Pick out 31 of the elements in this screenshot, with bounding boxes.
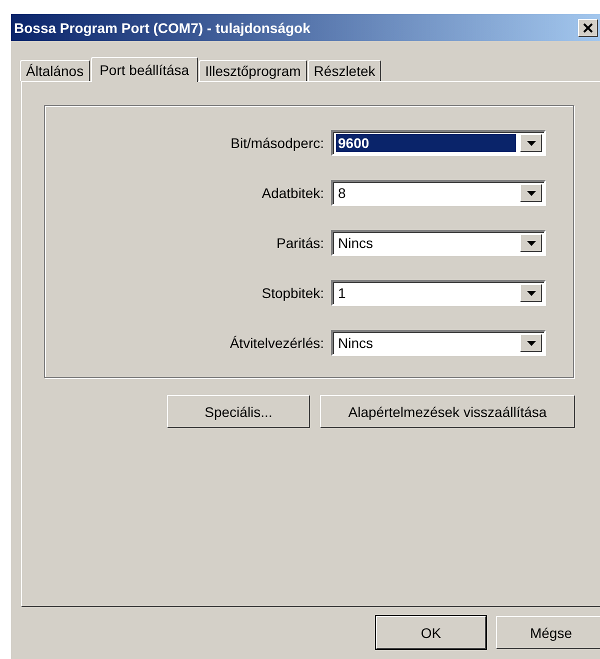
close-button[interactable]	[578, 18, 598, 36]
tab[interactable]: Port beállítása	[90, 57, 198, 82]
caret-icon	[526, 240, 536, 246]
restore-defaults-button[interactable]: Alapértelmezések visszaállítása	[320, 395, 575, 428]
dropdown[interactable]: Nincs	[331, 230, 546, 256]
caret-icon	[526, 340, 536, 346]
dropdown[interactable]: 1	[331, 280, 546, 306]
tab[interactable]: Illesztőprogram	[199, 60, 307, 81]
close-icon	[583, 22, 593, 32]
caret-icon	[526, 140, 536, 146]
dropdown-button[interactable]	[520, 184, 542, 202]
caret-icon	[526, 290, 536, 296]
field-label: Bit/másodperc:	[230, 135, 325, 151]
dropdown[interactable]: Nincs	[331, 330, 546, 356]
cancel-button[interactable]: Mégse	[496, 616, 600, 649]
caret-icon	[526, 190, 536, 196]
dropdown-button[interactable]	[520, 284, 542, 302]
field-label: Átvitelvezérlés:	[228, 335, 325, 351]
dropdown[interactable]: 9600	[331, 130, 546, 156]
field-label: Paritás:	[276, 235, 325, 251]
dropdown-button[interactable]	[520, 334, 542, 352]
field-label: Stopbitek:	[260, 285, 325, 301]
window-title: Bossa Program Port (COM7) - tulajdonságok	[14, 20, 310, 36]
tab[interactable]: Általános	[20, 60, 90, 81]
ok-button[interactable]: OK	[376, 616, 486, 649]
dropdown-button[interactable]	[520, 234, 542, 252]
field-label: Adatbitek:	[260, 185, 325, 201]
advanced-button[interactable]: Speciális...	[167, 395, 310, 428]
dropdown-button[interactable]	[520, 134, 542, 152]
dropdown[interactable]: 8	[331, 180, 546, 206]
tab[interactable]: Részletek	[308, 60, 382, 81]
